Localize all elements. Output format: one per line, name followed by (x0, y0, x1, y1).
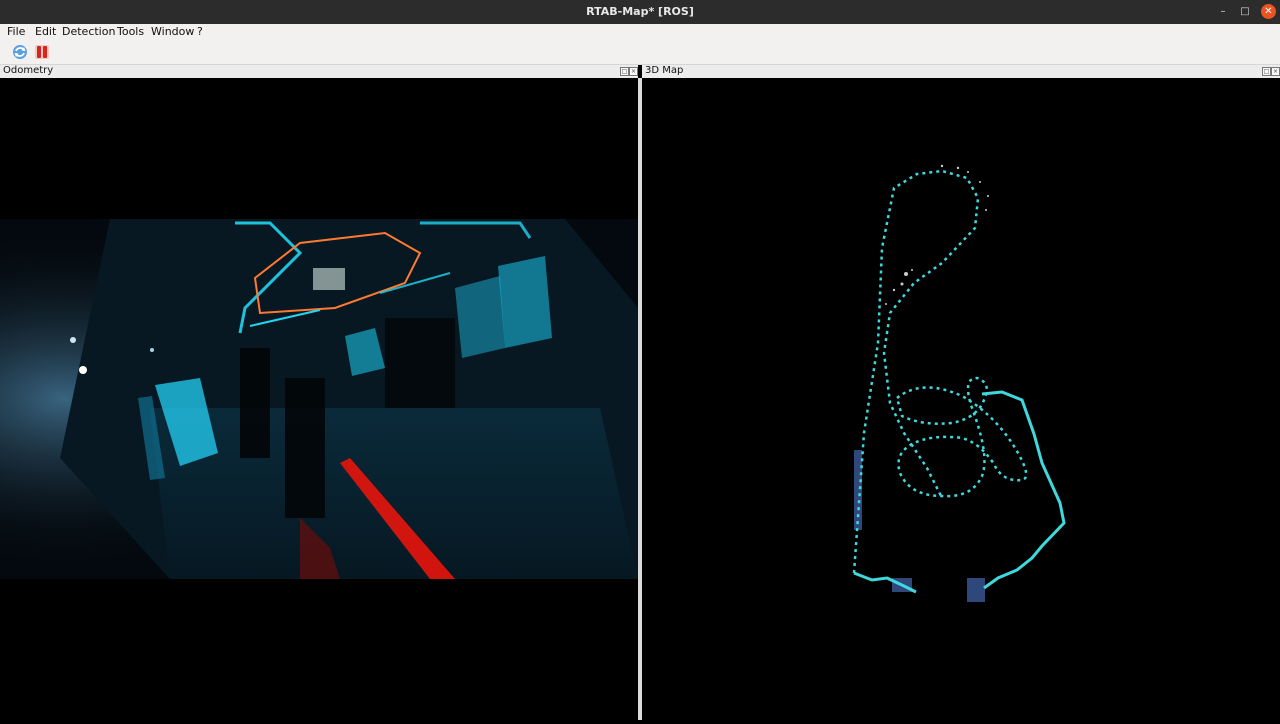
map3d-dock-titlebar: 3D Map □ × (642, 65, 1280, 78)
refresh-icon[interactable] (11, 43, 29, 61)
menu-tools[interactable]: Tools (117, 25, 144, 38)
dock-close-icon[interactable]: × (629, 67, 638, 76)
menu-window[interactable]: Window (151, 25, 194, 38)
trajectory-top-loop (852, 169, 980, 574)
menu-help[interactable]: ? (197, 25, 203, 38)
dock-float-icon[interactable]: □ (1262, 67, 1271, 76)
map3d-dock-title: 3D Map (645, 65, 684, 76)
odometry-view[interactable] (0, 78, 638, 720)
trajectory-outer-loop (853, 390, 1066, 594)
close-button[interactable]: ✕ (1261, 4, 1276, 19)
minimize-button[interactable]: – (1216, 5, 1230, 19)
dock-float-icon[interactable]: □ (620, 67, 629, 76)
menu-detection[interactable]: Detection (62, 25, 115, 38)
trajectory-map (852, 164, 1066, 602)
main-toolbar (0, 40, 1280, 65)
map3d-view[interactable] (642, 78, 1280, 720)
title-bar: RTAB-Map* [ROS] – □ ✕ (0, 0, 1280, 24)
camera-image (0, 219, 638, 579)
odometry-dock-titlebar: Odometry □ × (0, 65, 638, 78)
pause-icon[interactable] (33, 43, 51, 61)
menu-file[interactable]: File (7, 25, 25, 38)
odometry-dock-title: Odometry (3, 65, 54, 76)
maximize-button[interactable]: □ (1238, 5, 1252, 19)
menu-edit[interactable]: Edit (35, 25, 56, 38)
window-title: RTAB-Map* [ROS] (586, 5, 694, 18)
dock-close-icon[interactable]: × (1271, 67, 1280, 76)
point-cloud (885, 164, 989, 305)
trajectory-middle-loops (895, 376, 1028, 498)
menu-bar: File Edit Detection Tools Window ? (0, 24, 1280, 40)
